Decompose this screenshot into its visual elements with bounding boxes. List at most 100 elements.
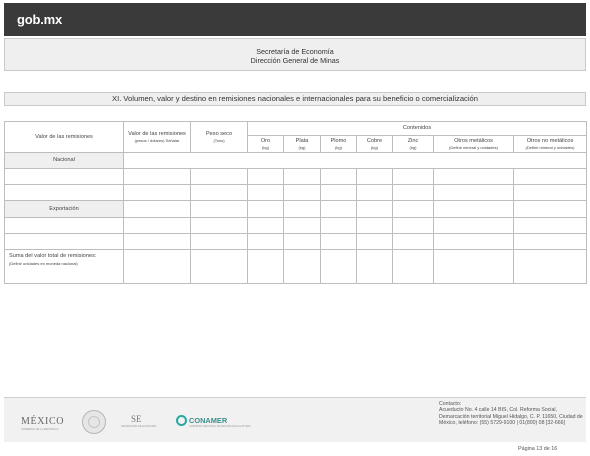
header-otros-no-metalicos: Otros no metálicos (Definir mineral y uni… xyxy=(512,135,588,154)
header-plomo: Plomo (kg) xyxy=(320,135,357,154)
table-cell[interactable] xyxy=(190,184,248,202)
row-nacional-label: Nacional xyxy=(4,152,124,170)
table-cell[interactable] xyxy=(123,200,191,218)
header-otros-metalicos-label: Otros metálicos xyxy=(454,138,493,145)
se-logo-subtitle: SECRETARÍA DE ECONOMÍA xyxy=(121,425,157,428)
gobmx-logo[interactable]: gob.mx xyxy=(17,12,62,27)
table-cell[interactable] xyxy=(392,232,434,250)
table-cell[interactable] xyxy=(320,248,357,285)
table-cell[interactable] xyxy=(283,184,321,202)
table-cell[interactable] xyxy=(283,216,321,234)
table-cell[interactable] xyxy=(190,200,248,218)
header-box: Secretaría de Economía Dirección General… xyxy=(4,38,586,71)
table-cell[interactable] xyxy=(190,216,248,234)
table-cell[interactable] xyxy=(433,200,514,218)
table-cell[interactable] xyxy=(320,168,357,186)
header-otros-metalicos: Otros metálicos (Definir mineral y unidad… xyxy=(433,135,514,154)
table-cell[interactable] xyxy=(356,232,393,250)
table-cell[interactable] xyxy=(247,248,284,285)
table-cell[interactable] xyxy=(190,168,248,186)
table-cell[interactable] xyxy=(392,248,434,285)
table-cell[interactable] xyxy=(433,248,514,285)
table-cell[interactable] xyxy=(320,184,357,202)
table-cell[interactable] xyxy=(247,184,284,202)
table-cell[interactable] xyxy=(190,248,248,285)
header-plomo-label: Plomo xyxy=(330,138,347,145)
table-cell[interactable] xyxy=(512,216,588,234)
mexico-logo-subtitle: GOBIERNO DE LA REPÚBLICA xyxy=(21,428,59,431)
conamer-logo-subtitle: COMISIÓN NACIONAL DE MEJORA REGULATORIA xyxy=(189,425,251,428)
table-cell[interactable] xyxy=(320,200,357,218)
table-cell[interactable] xyxy=(392,200,434,218)
section-title: XI. Volumen, valor y destino en remision… xyxy=(4,92,586,106)
table-cell[interactable] xyxy=(392,168,434,186)
page-number: Página 13 de 16 xyxy=(518,446,558,452)
table-cell[interactable] xyxy=(283,232,321,250)
table-cell[interactable] xyxy=(123,168,191,186)
table-cell[interactable] xyxy=(512,200,588,218)
footer: MÉXICO GOBIERNO DE LA REPÚBLICA SE SECRE… xyxy=(4,398,586,442)
table-cell[interactable] xyxy=(190,232,248,250)
table-cell[interactable] xyxy=(512,168,588,186)
remissions-table: Valor de las remisiones Valor de las rem… xyxy=(4,120,588,285)
table-cell[interactable] xyxy=(247,216,284,234)
header-plata-label: Plata xyxy=(295,138,309,145)
table-cell[interactable] xyxy=(123,248,191,285)
table-cell[interactable] xyxy=(320,232,357,250)
table-cell[interactable] xyxy=(512,248,588,285)
row-suma-note: (Definir unidades en moneda nacional) xyxy=(9,261,78,267)
table-cell[interactable] xyxy=(356,216,393,234)
table-cell[interactable] xyxy=(4,232,124,250)
table-cell[interactable] xyxy=(123,184,191,202)
table-cell[interactable] xyxy=(356,200,393,218)
table-cell[interactable] xyxy=(4,168,124,186)
table-cell[interactable] xyxy=(4,216,124,234)
row-nacional-span xyxy=(122,152,588,170)
header-zinc: Zinc (kg) xyxy=(392,135,434,154)
header-cobre: Cobre (kg) xyxy=(356,135,393,154)
table-cell[interactable] xyxy=(356,184,393,202)
table-cell[interactable] xyxy=(320,216,357,234)
table-cell[interactable] xyxy=(123,216,191,234)
row-suma: Suma del valor total de remisiones: (Def… xyxy=(4,248,124,285)
row-suma-label: Suma del valor total de remisiones: xyxy=(9,252,97,259)
conamer-icon xyxy=(176,415,187,426)
header-otros-no-metalicos-label: Otros no metálicos xyxy=(526,138,574,145)
table-cell[interactable] xyxy=(392,184,434,202)
table-cell[interactable] xyxy=(283,200,321,218)
header-peso-unit: (Tons) xyxy=(213,137,225,143)
table-cell[interactable] xyxy=(392,216,434,234)
header-line-2: Dirección General de Minas xyxy=(250,56,340,65)
table-cell[interactable] xyxy=(4,184,124,202)
table-cell[interactable] xyxy=(356,248,393,285)
table-row xyxy=(4,232,588,250)
table-cell[interactable] xyxy=(433,216,514,234)
table-cell[interactable] xyxy=(512,232,588,250)
table-cell[interactable] xyxy=(283,168,321,186)
header-oro-label: Oro xyxy=(260,138,271,145)
coat-of-arms-icon xyxy=(82,410,106,434)
header-cobre-label: Cobre xyxy=(366,138,383,145)
header-contenidos: Contenidos xyxy=(246,120,588,137)
header-line-1: Secretaría de Economía xyxy=(256,47,334,56)
header-plomo-unit: (kg) xyxy=(335,144,342,150)
table-cell[interactable] xyxy=(433,184,514,202)
table-cell[interactable] xyxy=(247,200,284,218)
header-valor-label: Valor de las remisiones xyxy=(128,131,186,138)
header-valor-remisiones: Valor de las remisiones xyxy=(4,120,124,154)
table-row xyxy=(4,168,588,186)
table-cell[interactable] xyxy=(247,168,284,186)
contact-block: Contacto: Acueducto No. 4 calle 14 BIS, … xyxy=(439,401,583,427)
header-oro-unit: (kg) xyxy=(262,144,269,150)
header-cobre-unit: (kg) xyxy=(371,144,378,150)
table-cell[interactable] xyxy=(433,232,514,250)
table-cell[interactable] xyxy=(512,184,588,202)
table-cell[interactable] xyxy=(433,168,514,186)
table-cell[interactable] xyxy=(356,168,393,186)
table-cell[interactable] xyxy=(123,232,191,250)
header-zinc-label: Zinc xyxy=(407,138,419,145)
header-valor: Valor de las remisiones (pesos / dólares… xyxy=(123,120,191,154)
header-plata: Plata (kg) xyxy=(283,135,321,154)
table-cell[interactable] xyxy=(283,248,321,285)
table-cell[interactable] xyxy=(247,232,284,250)
